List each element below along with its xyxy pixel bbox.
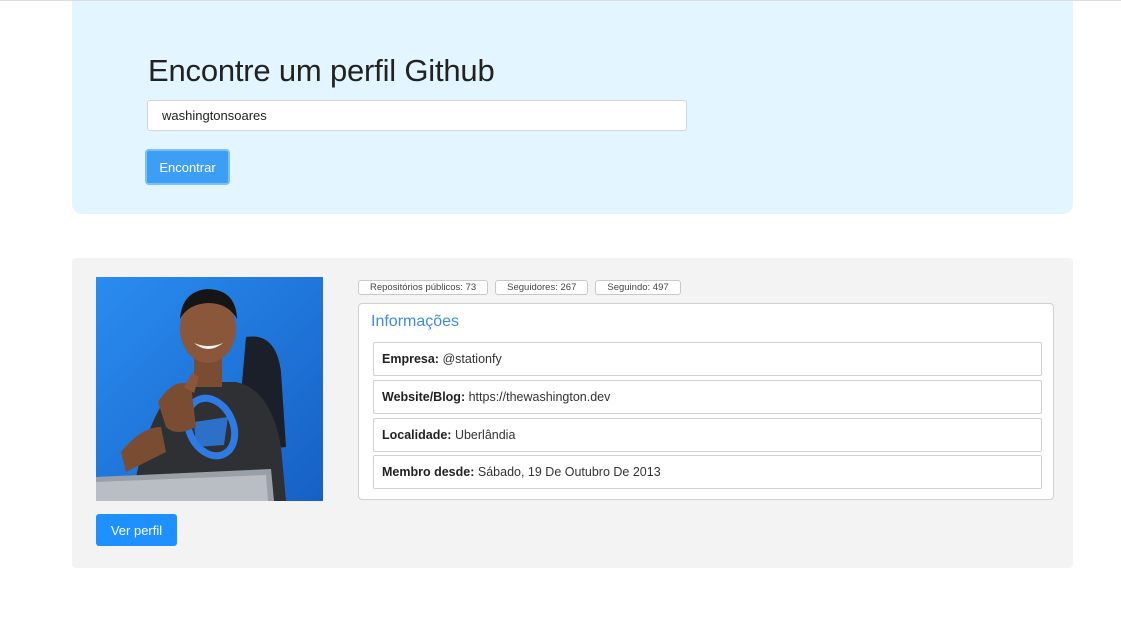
info-row-company: Empresa: @stationfy xyxy=(373,342,1042,376)
info-label: Empresa: xyxy=(382,352,439,366)
profile-panel: Ver perfil Repositórios públicos: 73 Seg… xyxy=(72,258,1073,568)
info-label: Website/Blog: xyxy=(382,390,466,404)
username-search-input[interactable] xyxy=(147,100,687,131)
info-value: https://thewashington.dev xyxy=(468,390,611,404)
avatar-photo xyxy=(96,277,323,501)
view-profile-button[interactable]: Ver perfil xyxy=(96,514,177,546)
info-value: Uberlândia xyxy=(454,428,516,442)
info-card: Informações Empresa: @stationfy Website/… xyxy=(358,303,1054,500)
search-panel: Encontre um perfil Github Encontrar xyxy=(72,1,1073,214)
avatar xyxy=(96,277,323,501)
following-badge: Seguindo: 497 xyxy=(595,280,681,295)
info-label: Membro desde: xyxy=(382,465,475,479)
info-value: @stationfy xyxy=(442,352,502,366)
info-row-website: Website/Blog: https://thewashington.dev xyxy=(373,380,1042,414)
page-title: Encontre um perfil Github xyxy=(148,53,495,88)
info-row-location: Localidade: Uberlândia xyxy=(373,418,1042,452)
find-button[interactable]: Encontrar xyxy=(145,149,230,185)
repos-badge: Repositórios públicos: 73 xyxy=(358,280,489,295)
info-label: Localidade: xyxy=(382,428,452,442)
followers-badge: Seguidores: 267 xyxy=(495,280,589,295)
info-row-member-since: Membro desde: Sábado, 19 De Outubro De 2… xyxy=(373,455,1042,489)
info-value: Sábado, 19 De Outubro De 2013 xyxy=(477,465,661,479)
info-title: Informações xyxy=(371,313,460,330)
stats-badges: Repositórios públicos: 73 Seguidores: 26… xyxy=(358,280,681,295)
